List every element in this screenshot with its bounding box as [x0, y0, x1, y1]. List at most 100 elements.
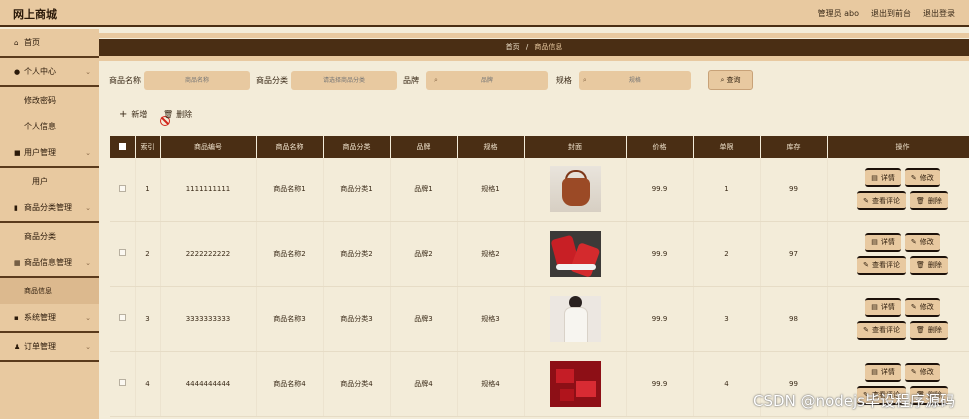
cell-stock: 97 — [760, 221, 828, 287]
cell-limit: 4 — [693, 351, 761, 417]
cell-limit: 2 — [693, 221, 761, 287]
cell-name: 商品名称3 — [256, 286, 324, 352]
col-brand: 品牌 — [390, 136, 458, 158]
cell-brand: 品牌4 — [390, 351, 458, 417]
edit-button[interactable]: ✎ 修改 — [904, 297, 940, 317]
cell-code: 2222222222 — [160, 221, 257, 287]
cell-category: 商品分类3 — [323, 286, 391, 352]
view-comments-button[interactable]: ✎ 查看评论 — [857, 255, 906, 275]
col-index: 索引 — [135, 136, 161, 158]
chevron-down-icon: ⌄ — [85, 67, 91, 76]
sidebar-item-user-management[interactable]: ■ 用户管理 ⌄ — [0, 139, 99, 168]
brand-input[interactable] — [425, 70, 548, 90]
sidebar-item-system-management[interactable]: ▪ 系统管理 ⌄ — [0, 304, 99, 333]
cell-limit: 3 — [693, 286, 761, 352]
detail-label: 详情 — [880, 173, 895, 182]
product-table: 索引 商品编号 商品名称 商品分类 品牌 规格 封面 价格 单限 库存 操作 1… — [110, 136, 969, 417]
cell-name: 商品名称4 — [256, 351, 324, 417]
detail-label: 详情 — [880, 368, 895, 376]
sidebar-item-product-management[interactable]: ▦ 商品信息管理 ⌄ — [0, 249, 99, 278]
row-actions: ▤ 详情 ✎ 修改 ✎ 查看评论 🗑 删除 — [828, 232, 969, 275]
sidebar-item-personal-center[interactable]: ● 个人中心 ⌄ — [0, 58, 99, 87]
checkbox-icon: ■ — [14, 148, 21, 157]
row-checkbox[interactable] — [118, 379, 126, 386]
brand-label: 品牌 — [403, 75, 419, 85]
cell-code: 3333333333 — [160, 286, 257, 352]
cell-brand: 品牌2 — [390, 221, 458, 287]
edit-label: 修改 — [919, 303, 934, 311]
row-delete-button[interactable]: 🗑 删除 — [909, 255, 948, 275]
sidebar-item-users[interactable]: 用户 — [0, 168, 99, 194]
cell-index: 1 — [135, 158, 161, 222]
detail-label: 详情 — [880, 303, 895, 311]
sidebar-item-change-password[interactable]: 修改密码 — [0, 87, 99, 113]
cell-stock: 99 — [760, 158, 828, 222]
cover-image-bag — [549, 166, 601, 213]
top-bar: 网上商城 管理员 abo 退出到前台 退出登录 — [0, 0, 969, 27]
chart-icon: ▮ — [14, 203, 18, 212]
product-name-input[interactable] — [144, 70, 250, 90]
edit-label: 修改 — [919, 173, 934, 182]
sidebar-item-label: 系统管理 — [24, 313, 56, 322]
col-stock: 库存 — [760, 136, 828, 158]
edit-button[interactable]: ✎ 修改 — [904, 168, 940, 188]
sidebar-item-product-info[interactable]: 商品信息 — [0, 278, 99, 304]
select-all-checkbox[interactable] — [118, 142, 126, 150]
detail-button[interactable]: ▤ 详情 — [865, 297, 901, 317]
col-category: 商品分类 — [323, 136, 391, 158]
detail-button[interactable]: ▤ 详情 — [865, 168, 901, 188]
select-all-cell[interactable] — [110, 136, 136, 158]
category-label: 商品分类 — [256, 75, 288, 85]
spec-input[interactable] — [578, 70, 691, 90]
sidebar-item-category-management[interactable]: ▮ 商品分类管理 ⌄ — [0, 194, 99, 223]
query-button[interactable]: ⌕ 查询 — [708, 70, 753, 90]
row-delete-button[interactable]: 🗑 删除 — [909, 320, 948, 340]
admin-label: 管理员 abo — [817, 9, 859, 18]
chevron-down-icon: ⌄ — [85, 148, 91, 157]
breadcrumb-home[interactable]: 首页 — [506, 43, 520, 51]
row-delete-button[interactable]: 🗑 删除 — [909, 191, 948, 211]
trash-icon: 🗑 — [163, 110, 174, 119]
sidebar-item-category[interactable]: 商品分类 — [0, 223, 99, 249]
row-checkbox[interactable] — [118, 314, 126, 321]
cover-image-blouse — [549, 295, 601, 342]
breadcrumb-strip — [99, 33, 969, 38]
plus-icon: + — [119, 109, 128, 120]
row-checkbox[interactable] — [118, 249, 126, 256]
col-spec: 规格 — [457, 136, 525, 158]
sidebar-item-order-management[interactable]: ♟ 订单管理 ⌄ — [0, 333, 99, 362]
pencil-icon: ✎ — [863, 261, 869, 269]
table-row: 2 2222222222 商品名称2 商品分类2 品牌2 规格2 99.9 2 … — [110, 221, 969, 287]
cell-spec: 规格2 — [457, 221, 525, 287]
row-checkbox[interactable] — [118, 184, 126, 192]
sidebar: ⌂ 首页 ● 个人中心 ⌄ 修改密码 个人信息 ■ 用户管理 ⌄ 用户 ▮ 商品… — [0, 29, 99, 419]
spec-label: 规格 — [555, 75, 572, 85]
cell-category: 商品分类1 — [323, 158, 391, 222]
col-limit: 单限 — [693, 136, 761, 158]
view-comments-button[interactable]: ✎ 查看评论 — [857, 320, 906, 340]
category-select[interactable] — [291, 70, 397, 90]
logout-link[interactable]: 退出登录 — [923, 8, 955, 19]
breadcrumb-current: 商品信息 — [534, 43, 563, 51]
edit-button[interactable]: ✎ 修改 — [904, 232, 940, 252]
detail-button[interactable]: ▤ 详情 — [865, 362, 901, 382]
view-comments-button[interactable]: ✎ 查看评论 — [857, 191, 906, 211]
detail-button[interactable]: ▤ 详情 — [865, 232, 901, 252]
trash-icon: 🗑 — [915, 196, 925, 205]
pencil-icon: ✎ — [910, 173, 917, 182]
sidebar-item-home[interactable]: ⌂ 首页 — [0, 29, 99, 58]
back-to-front-link[interactable]: 退出到前台 — [871, 8, 911, 19]
cell-category: 商品分类4 — [323, 351, 391, 417]
cell-index: 2 — [135, 221, 161, 287]
breadcrumb-underline — [99, 56, 969, 61]
sidebar-item-personal-info[interactable]: 个人信息 — [0, 113, 99, 139]
table-header-row: 索引 商品编号 商品名称 商品分类 品牌 规格 封面 价格 单限 库存 操作 — [110, 136, 969, 158]
query-button-label: 查询 — [726, 76, 741, 84]
delete-label: 删除 — [927, 326, 942, 334]
table-row: 3 3333333333 商品名称3 商品分类3 品牌3 规格3 99.9 3 … — [110, 286, 969, 352]
delete-button[interactable]: 🗑 删除 — [163, 109, 192, 120]
pencil-icon: ✎ — [910, 368, 917, 376]
search-bar: 商品名称 商品分类 品牌 ⌕ 规格 ⌕ — [109, 70, 691, 90]
add-button[interactable]: + 新增 — [119, 109, 147, 120]
edit-button[interactable]: ✎ 修改 — [904, 362, 940, 382]
